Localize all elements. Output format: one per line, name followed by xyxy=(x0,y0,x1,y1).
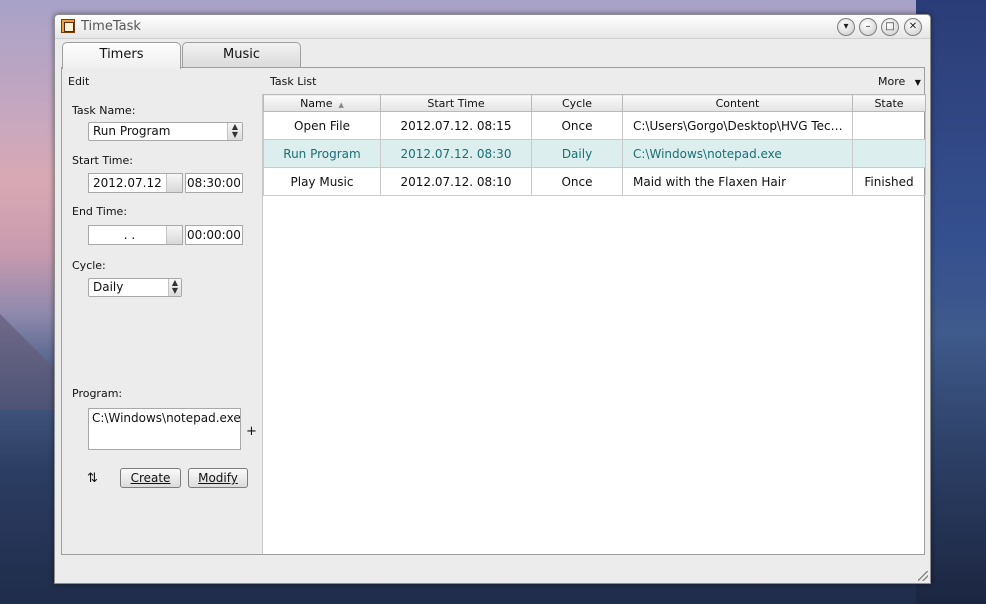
program-input[interactable]: C:\Windows\notepad.exe xyxy=(88,408,241,450)
task-list-header: Task List xyxy=(270,75,317,88)
spin-arrows-icon[interactable]: ▲ ▼ xyxy=(168,279,181,296)
edit-header: Edit xyxy=(68,75,90,88)
cycle-value: Daily xyxy=(93,280,124,294)
cell-state: Finished xyxy=(852,167,926,196)
add-program-button[interactable]: + xyxy=(246,424,257,439)
title-bar[interactable]: TimeTask ▾ – □ ✕ xyxy=(55,15,930,39)
cycle-label: Cycle: xyxy=(72,259,106,272)
cycle-select[interactable]: Daily ▲ ▼ xyxy=(88,278,182,297)
timetask-window: TimeTask ▾ – □ ✕ Timers Music Edit Task … xyxy=(54,14,931,584)
cell-start-time: 2012.07.12. 08:15 xyxy=(380,111,532,140)
cell-state xyxy=(852,139,926,168)
end-time-input[interactable]: 00:00:00 xyxy=(185,225,243,245)
start-date-value: 2012.07.12 xyxy=(93,176,162,190)
minimize-button[interactable]: – xyxy=(859,18,877,36)
window-menu-button[interactable]: ▾ xyxy=(837,18,855,36)
task-name-value: Run Program xyxy=(93,124,171,138)
close-button[interactable]: ✕ xyxy=(904,18,922,36)
chevron-down-icon: ▼ xyxy=(914,78,921,87)
end-date-picker[interactable]: . . xyxy=(88,225,183,245)
cell-cycle: Once xyxy=(531,167,623,196)
column-header-content[interactable]: Content xyxy=(622,94,853,112)
cell-content: C:\Windows\notepad.exe xyxy=(622,139,853,168)
cell-name: Play Music xyxy=(263,167,381,196)
column-header-cycle[interactable]: Cycle xyxy=(531,94,623,112)
tab-timers[interactable]: Timers xyxy=(62,42,181,69)
create-button[interactable]: Create xyxy=(120,468,181,488)
timers-panel: Edit Task Name: Run Program ▲ ▼ Start Tim… xyxy=(61,67,926,555)
task-list-table: Name ▲ Start Time Cycle Content State Ope… xyxy=(262,94,926,554)
cell-name: Open File xyxy=(263,111,381,140)
column-header-start-time[interactable]: Start Time xyxy=(380,94,532,112)
task-name-select[interactable]: Run Program ▲ ▼ xyxy=(88,122,243,141)
cell-cycle: Daily xyxy=(531,139,623,168)
spin-arrows-icon[interactable]: ▲ ▼ xyxy=(227,123,242,140)
table-row[interactable]: Play Music 2012.07.12. 08:10 Once Maid w… xyxy=(263,167,926,196)
cell-state xyxy=(852,111,926,140)
sort-ascending-icon: ▲ xyxy=(338,100,344,109)
cell-cycle: Once xyxy=(531,111,623,140)
start-time-label: Start Time: xyxy=(72,154,133,167)
cell-name: Run Program xyxy=(263,139,381,168)
end-time-label: End Time: xyxy=(72,205,128,218)
end-date-value: . . xyxy=(123,228,136,242)
column-header-name[interactable]: Name ▲ xyxy=(263,94,381,112)
column-header-state[interactable]: State xyxy=(852,94,926,112)
cell-start-time: 2012.07.12. 08:10 xyxy=(380,167,532,196)
start-time-input[interactable]: 08:30:00 xyxy=(185,173,243,193)
resize-grip-icon[interactable] xyxy=(918,571,928,581)
more-label: More xyxy=(878,75,906,88)
modify-button[interactable]: Modify xyxy=(188,468,248,488)
window-title: TimeTask xyxy=(81,19,141,34)
table-row[interactable]: Open File 2012.07.12. 08:15 Once C:\User… xyxy=(263,111,926,140)
maximize-button[interactable]: □ xyxy=(881,18,899,36)
start-date-picker[interactable]: 2012.07.12 xyxy=(88,173,183,193)
timetask-app-icon xyxy=(61,19,75,33)
cell-start-time: 2012.07.12. 08:30 xyxy=(380,139,532,168)
cell-content: C:\Users\Gorgo\Desktop\HVG Tech ci... xyxy=(622,111,853,140)
table-row[interactable]: Run Program 2012.07.12. 08:30 Daily C:\W… xyxy=(263,139,926,168)
task-name-label: Task Name: xyxy=(72,104,136,117)
calendar-dropdown-icon[interactable] xyxy=(166,226,182,244)
tab-music[interactable]: Music xyxy=(182,42,301,68)
cell-content: Maid with the Flaxen Hair xyxy=(622,167,853,196)
more-menu-button[interactable]: More ▼ xyxy=(878,75,921,88)
refresh-icon[interactable]: ⇅ xyxy=(87,471,98,486)
program-label: Program: xyxy=(72,387,123,400)
calendar-dropdown-icon[interactable] xyxy=(166,174,182,192)
